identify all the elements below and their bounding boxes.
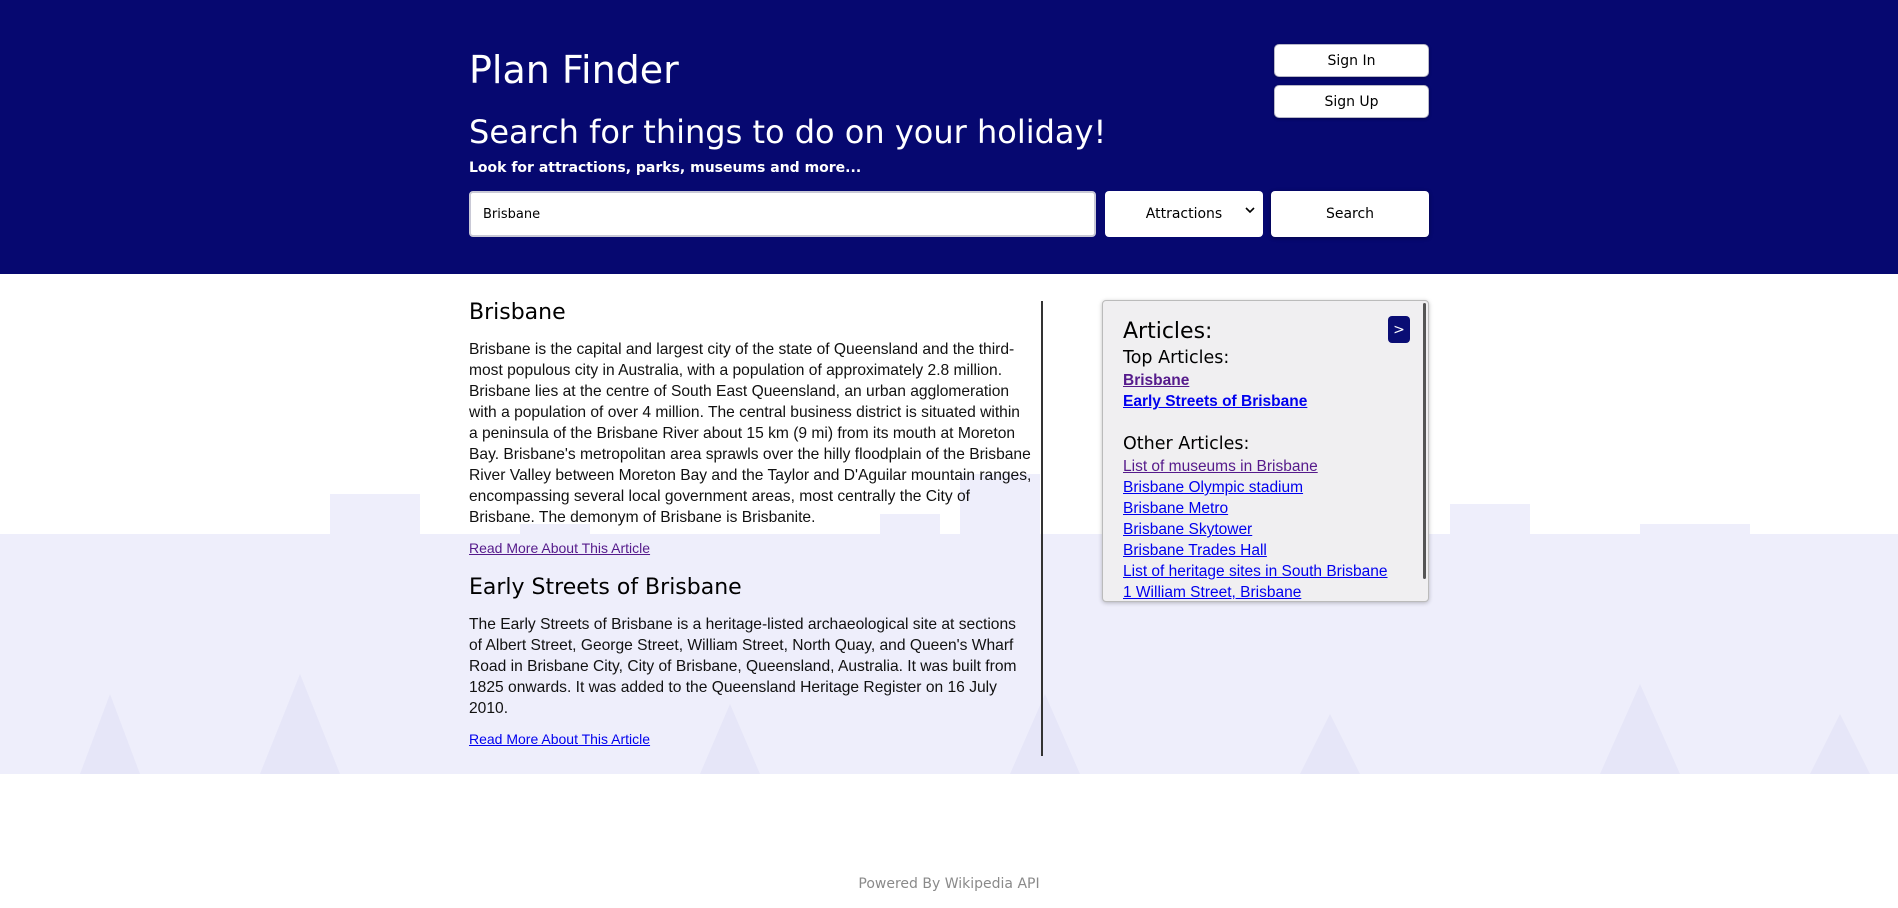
other-article-link[interactable]: Brisbane Skytower [1123, 519, 1408, 540]
read-more-link[interactable]: Read More About This Article [469, 540, 650, 556]
panel-heading: Articles: [1123, 319, 1213, 344]
article-title: Early Streets of Brisbane [469, 575, 742, 600]
article: Brisbane Brisbane is the capital and lar… [469, 300, 1032, 557]
panel-toggle-button[interactable]: > [1388, 316, 1410, 343]
other-article-link[interactable]: Brisbane Olympic stadium [1123, 477, 1408, 498]
other-article-link[interactable]: 1 William Street, Brisbane [1123, 582, 1408, 601]
read-more-link[interactable]: Read More About This Article [469, 731, 650, 747]
article-body: The Early Streets of Brisbane is a herit… [469, 616, 1017, 717]
other-articles-heading: Other Articles: [1123, 434, 1250, 454]
top-article-link[interactable]: Brisbane [1123, 370, 1408, 391]
footer-credit: Powered By Wikipedia API [858, 876, 1040, 892]
sign-in-button[interactable]: Sign In [1274, 44, 1429, 77]
top-articles-heading: Top Articles: [1123, 348, 1230, 368]
column-divider [1041, 301, 1043, 756]
page-subheadline: Look for attractions, parks, museums and… [469, 160, 862, 176]
chevron-down-icon [1245, 205, 1255, 218]
page-headline: Search for things to do on your holiday! [469, 113, 1107, 151]
article-body: Brisbane is the capital and largest city… [469, 341, 1032, 526]
category-select[interactable]: Attractions [1105, 191, 1263, 237]
other-article-link[interactable]: List of heritage sites in South Brisbane [1123, 561, 1408, 582]
other-article-link[interactable]: Brisbane Metro [1123, 498, 1408, 519]
articles-panel[interactable]: Articles: Top Articles: Brisbane Early S… [1102, 300, 1429, 602]
article-title: Brisbane [469, 300, 566, 325]
articles-column: Brisbane Brisbane is the capital and lar… [469, 300, 1032, 748]
top-article-link[interactable]: Early Streets of Brisbane [1123, 391, 1408, 412]
app-title: Plan Finder [469, 48, 679, 92]
panel-scrollbar[interactable] [1423, 303, 1426, 579]
sign-up-button[interactable]: Sign Up [1274, 85, 1429, 118]
other-article-link[interactable]: Brisbane Trades Hall [1123, 540, 1408, 561]
header-banner: Plan Finder Search for things to do on y… [0, 0, 1898, 274]
article: Early Streets of Brisbane The Early Stre… [469, 575, 1032, 748]
search-input[interactable]: Brisbane [469, 191, 1096, 237]
category-select-value: Attractions [1145, 206, 1223, 222]
search-button[interactable]: Search [1271, 191, 1429, 237]
other-article-link[interactable]: List of museums in Brisbane [1123, 456, 1408, 477]
articles-panel-scroll[interactable]: Articles: Top Articles: Brisbane Early S… [1103, 301, 1428, 601]
